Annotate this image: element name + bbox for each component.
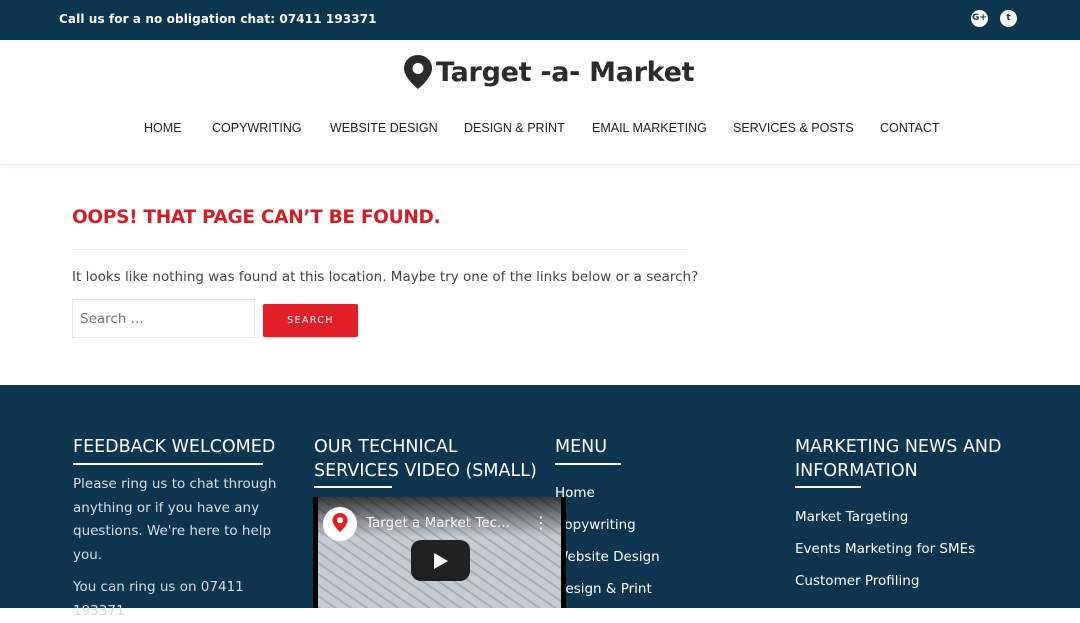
footer-menu-copywriting[interactable]: Copywriting	[555, 517, 636, 533]
video-title-line2: SERVICES VIDEO (SMALL)	[314, 461, 537, 481]
footer-menu-website-design[interactable]: Website Design	[555, 549, 660, 565]
feedback-phone: You can ring us on 07411 193371	[73, 579, 244, 619]
location-pin-icon	[404, 55, 432, 89]
top-bar: Call us for a no obligation chat: 07411 …	[0, 0, 1080, 40]
top-phone-text: Call us for a no obligation chat: 07411 …	[59, 12, 377, 26]
menu-title: MENU	[555, 437, 608, 457]
nav-website-design[interactable]: WEBSITE DESIGN	[330, 121, 438, 135]
footer-menu-design-print[interactable]: Design & Print	[555, 581, 652, 597]
news-item-customer-profiling[interactable]: Customer Profiling	[795, 573, 919, 589]
feedback-title-underline	[73, 463, 263, 465]
google-plus-icon[interactable]: G+	[971, 10, 988, 27]
feedback-title: FEEDBACK WELCOMED	[73, 437, 276, 457]
channel-avatar[interactable]	[323, 507, 357, 541]
search-input[interactable]	[72, 299, 255, 338]
video-title-underline	[314, 486, 392, 488]
main-nav: HOME COPYWRITING WEBSITE DESIGN DESIGN &…	[0, 121, 1080, 137]
logo-text: Target -a- Market	[436, 56, 695, 88]
not-found-message: It looks like nothing was found at this …	[72, 269, 699, 285]
nav-home[interactable]: HOME	[144, 121, 182, 135]
site-header: Target -a- Market HOME COPYWRITING WEBSI…	[0, 40, 1080, 165]
video-title-line1: OUR TECHNICAL	[314, 437, 458, 457]
menu-title-underline	[555, 463, 621, 465]
news-title-underline	[795, 486, 861, 488]
news-title-line2: INFORMATION	[795, 461, 918, 481]
nav-services-posts[interactable]: SERVICES & POSTS	[733, 121, 854, 135]
channel-pin-icon	[332, 513, 348, 532]
feedback-text: Please ring us to chat through anything …	[73, 476, 277, 563]
play-button[interactable]	[411, 540, 470, 581]
nav-design-print[interactable]: DESIGN & PRINT	[464, 121, 565, 135]
more-options-icon[interactable]: ⋮	[533, 513, 549, 532]
embedded-video[interactable]: Target a Market Tec... ⋮	[313, 497, 566, 608]
nav-copywriting[interactable]: COPYWRITING	[212, 121, 302, 135]
nav-email-marketing[interactable]: EMAIL MARKETING	[592, 121, 707, 135]
page-title: OOPS! THAT PAGE CAN’T BE FOUND.	[72, 207, 441, 228]
video-title[interactable]: Target a Market Tec...	[366, 515, 510, 531]
news-title-line1: MARKETING NEWS AND	[795, 437, 1002, 457]
search-button[interactable]: SEARCH	[263, 304, 358, 337]
site-logo[interactable]: Target -a- Market	[402, 52, 695, 92]
title-divider	[72, 249, 688, 250]
news-item-events-marketing[interactable]: Events Marketing for SMEs	[795, 541, 975, 557]
nav-contact[interactable]: CONTACT	[880, 121, 940, 135]
news-item-market-targeting[interactable]: Market Targeting	[795, 509, 908, 525]
twitter-icon[interactable]: t	[1000, 10, 1017, 27]
